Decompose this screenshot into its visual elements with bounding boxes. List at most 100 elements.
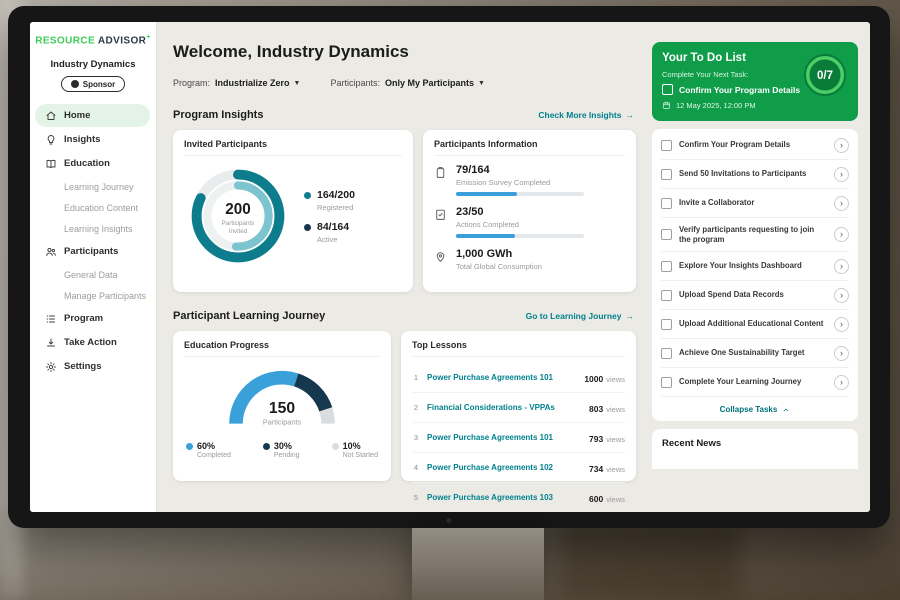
sidebar-item-education[interactable]: Education	[35, 152, 150, 175]
task-label: Explore Your Insights Dashboard	[679, 261, 827, 271]
task-row[interactable]: Verify participants requesting to join t…	[661, 218, 849, 252]
chevron-right-icon[interactable]: ›	[834, 227, 849, 242]
link-label: Go to Learning Journey	[526, 311, 622, 321]
legend-label: Registered	[317, 203, 355, 212]
chevron-right-icon[interactable]: ›	[834, 196, 849, 211]
card-title: Invited Participants	[184, 139, 402, 156]
task-row[interactable]: Invite a Collaborator ›	[661, 189, 849, 218]
lesson-link[interactable]: Power Purchase Agreements 101	[427, 433, 582, 442]
task-row[interactable]: Upload Additional Educational Content ›	[661, 310, 849, 339]
checkbox[interactable]	[661, 229, 672, 240]
views-suffix: views	[606, 495, 625, 504]
section-title: Program Insights	[173, 109, 263, 121]
sidebar-subitem-label: Manage Participants	[64, 291, 146, 301]
checkbox[interactable]	[661, 198, 672, 209]
collapse-label: Collapse Tasks	[720, 405, 778, 414]
sidebar: RESOURCE ADVISOR+ Industry Dynamics Spon…	[30, 22, 157, 512]
legend-active: 84/164 Active	[304, 221, 355, 244]
donut-center-label: Invited	[229, 228, 248, 235]
task-label: Upload Additional Educational Content	[679, 319, 827, 329]
sidebar-subitem-label: Education Content	[64, 203, 138, 213]
recent-news-title: Recent News	[662, 438, 848, 449]
people-icon	[45, 246, 57, 258]
sidebar-item-insights[interactable]: Insights	[35, 128, 150, 151]
task-row[interactable]: Confirm Your Program Details ›	[661, 131, 849, 160]
progress-bar	[456, 234, 584, 238]
sponsor-icon	[71, 80, 79, 88]
sidebar-item-settings[interactable]: Settings	[35, 355, 150, 378]
sidebar-item-home[interactable]: Home	[35, 104, 150, 127]
checkbox[interactable]	[661, 377, 672, 388]
check-more-insights-link[interactable]: Check More Insights→	[538, 110, 634, 120]
card-title: Participants Information	[434, 139, 625, 156]
legend-value: 164/200	[317, 189, 355, 201]
chevron-right-icon[interactable]: ›	[834, 375, 849, 390]
legend-dot	[304, 192, 311, 199]
checkbox[interactable]	[661, 140, 672, 151]
sidebar-item-participants[interactable]: Participants	[35, 240, 150, 263]
checkbox[interactable]	[661, 169, 672, 180]
sidebar-item-general-data[interactable]: General Data	[30, 264, 156, 285]
views-suffix: views	[606, 435, 625, 444]
logo-plus: +	[146, 34, 151, 41]
legend-completed: 60% Completed	[186, 441, 231, 459]
legend-not-started: 10% Not Started	[332, 441, 378, 459]
lesson-views: 803	[589, 404, 603, 414]
learning-journey-cards: Education Progress 150 Participants 60% …	[173, 331, 636, 481]
todo-progress-ring: 0/7	[802, 52, 848, 98]
download-icon	[45, 337, 57, 349]
go-to-learning-journey-link[interactable]: Go to Learning Journey→	[526, 311, 634, 321]
program-filter[interactable]: Program: Industrialize Zero ▼	[173, 78, 300, 88]
chevron-right-icon[interactable]: ›	[834, 138, 849, 153]
checkbox[interactable]	[661, 319, 672, 330]
sidebar-item-take-action[interactable]: Take Action	[35, 331, 150, 354]
views-suffix: views	[606, 465, 625, 474]
sponsor-badge-label: Sponsor	[83, 80, 115, 89]
lesson-link[interactable]: Power Purchase Agreements 102	[427, 463, 582, 472]
checkbox[interactable]	[661, 261, 672, 272]
metric-value: 23/50	[456, 206, 584, 218]
lesson-link[interactable]: Power Purchase Agreements 101	[427, 373, 577, 382]
checkbox[interactable]	[662, 84, 673, 95]
lesson-row: 3 Power Purchase Agreements 101 793views	[412, 423, 625, 453]
legend-dot	[263, 443, 270, 450]
sidebar-item-label: Settings	[64, 361, 101, 372]
learning-journey-header: Participant Learning Journey Go to Learn…	[173, 310, 634, 322]
legend-value: 84/164	[317, 221, 349, 233]
lesson-link[interactable]: Power Purchase Agreements 103	[427, 493, 582, 502]
bulb-icon	[45, 134, 57, 146]
task-row[interactable]: Upload Spend Data Records ›	[661, 281, 849, 310]
task-row[interactable]: Achieve One Sustainability Target ›	[661, 339, 849, 368]
task-label: Achieve One Sustainability Target	[679, 348, 827, 358]
sponsor-badge: Sponsor	[61, 76, 125, 92]
chevron-right-icon[interactable]: ›	[834, 288, 849, 303]
sidebar-item-manage-participants[interactable]: Manage Participants	[30, 285, 156, 306]
checkbox[interactable]	[661, 348, 672, 359]
task-row[interactable]: Send 50 Invitations to Participants ›	[661, 160, 849, 189]
sidebar-item-label: Program	[64, 313, 103, 324]
lesson-link[interactable]: Financial Considerations - VPPAs	[427, 403, 582, 412]
sidebar-item-education-content[interactable]: Education Content	[30, 197, 156, 218]
top-lessons-card: Top Lessons 1 Power Purchase Agreements …	[401, 331, 636, 481]
checkbox[interactable]	[661, 290, 672, 301]
sidebar-item-learning-insights[interactable]: Learning Insights	[30, 218, 156, 239]
task-row[interactable]: Explore Your Insights Dashboard ›	[661, 252, 849, 281]
chevron-right-icon[interactable]: ›	[834, 346, 849, 361]
task-row[interactable]: Complete Your Learning Journey ›	[661, 368, 849, 397]
collapse-tasks-button[interactable]: Collapse Tasks	[661, 397, 849, 421]
lesson-views: 793	[589, 434, 603, 444]
sidebar-item-learning-journey[interactable]: Learning Journey	[30, 176, 156, 197]
card-title: Top Lessons	[412, 340, 625, 357]
donut-legend: 164/200 Registered 84/164 Active	[304, 180, 355, 253]
gauge-legend: 60% Completed 30% Pending 10% Not Starte…	[184, 441, 380, 459]
todo-progress-text: 0/7	[817, 70, 833, 82]
lesson-row: 2 Financial Considerations - VPPAs 803vi…	[412, 393, 625, 423]
legend-label: Pending	[274, 452, 300, 459]
sidebar-item-program[interactable]: Program	[35, 307, 150, 330]
views-suffix: views	[606, 405, 625, 414]
chevron-right-icon[interactable]: ›	[834, 167, 849, 182]
emission-survey-row: 79/164 Emission Survey Completed	[434, 164, 625, 196]
chevron-right-icon[interactable]: ›	[834, 259, 849, 274]
participants-filter[interactable]: Participants: Only My Participants ▼	[330, 78, 485, 88]
chevron-right-icon[interactable]: ›	[834, 317, 849, 332]
